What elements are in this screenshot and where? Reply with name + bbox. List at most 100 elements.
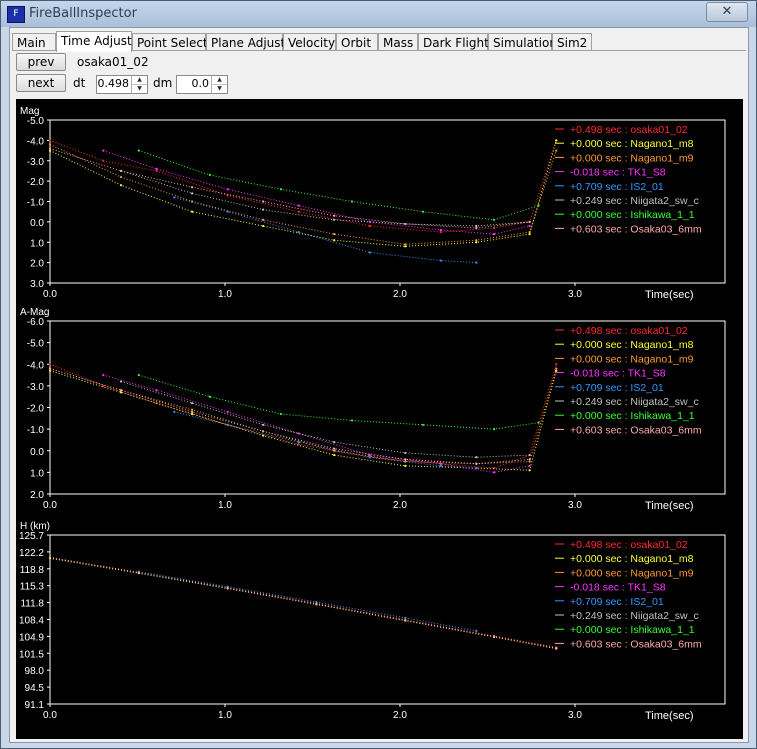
x-tick-label: 3.0 (568, 710, 582, 721)
tab-simulation[interactable]: Simulation (488, 33, 557, 51)
data-point (368, 251, 371, 254)
data-point (475, 456, 478, 459)
legend-entry: +0.498 sec : osaka01_02 (570, 539, 688, 551)
y-tick-label: -1.0 (27, 425, 45, 436)
dt-down-arrow-icon[interactable]: ▼ (132, 85, 147, 93)
next-button[interactable]: next (16, 74, 66, 92)
y-tick-label: 115.3 (20, 582, 45, 593)
data-point (226, 210, 229, 213)
legend-entry: +0.498 sec : osaka01_02 (570, 124, 688, 136)
legend-entry: +0.603 sec : Osaka03_6mm (570, 223, 702, 235)
legend-entry: +0.000 sec : Nagano1_m9 (570, 353, 694, 365)
data-point (528, 458, 531, 461)
close-button[interactable]: ✕ (706, 2, 748, 22)
y-tick-label: 108.4 (19, 616, 44, 627)
series-line (49, 139, 557, 233)
tab-sim2[interactable]: Sim2 (552, 33, 592, 51)
data-point (226, 188, 229, 191)
data-point (492, 635, 496, 638)
data-point (528, 230, 531, 234)
data-point (475, 239, 478, 242)
data-point (404, 451, 407, 455)
data-point (262, 224, 265, 228)
data-point (475, 261, 478, 264)
series-line (49, 556, 557, 649)
y-tick-label: 91.1 (25, 700, 45, 711)
x-tick-label: 0.0 (43, 289, 57, 300)
y-tick-label: -4.0 (27, 136, 45, 147)
data-point (439, 230, 442, 234)
y-tick-label: 118.8 (20, 565, 45, 576)
dt-up-arrow-icon[interactable]: ▲ (132, 76, 147, 85)
series-line (49, 140, 557, 247)
data-point (102, 149, 105, 152)
y-tick-label: 2.0 (30, 259, 44, 270)
series-line (49, 370, 557, 471)
legend-entry: +0.603 sec : Osaka03_6mm (570, 424, 702, 436)
x-tick-label: 1.0 (218, 289, 232, 300)
data-point (555, 149, 558, 152)
charts-svg: MagTime(sec)-5.0-4.0-3.0-2.0-1.00.01.02.… (19, 106, 726, 722)
series-line (49, 363, 557, 469)
dm-up-arrow-icon[interactable]: ▲ (212, 76, 227, 85)
data-point (119, 175, 123, 179)
dt-stepper[interactable]: 0.498 ▲ ▼ (96, 75, 148, 94)
data-point (173, 410, 176, 413)
data-point (155, 169, 158, 173)
data-point (439, 464, 442, 467)
y-tick-label: 122.2 (19, 548, 44, 559)
data-point (262, 208, 265, 211)
title-bar[interactable]: F FireBallInspector ✕ (1, 1, 756, 27)
legend-entry: +0.249 sec : Niigata2_sw_c (570, 396, 699, 408)
tab-orbit[interactable]: Orbit (336, 33, 378, 51)
data-point (439, 462, 442, 465)
data-point (368, 224, 371, 228)
x-tick-label: 1.0 (218, 710, 232, 721)
data-point (119, 380, 123, 383)
prev-button[interactable]: prev (16, 53, 66, 71)
data-point (404, 464, 407, 467)
series-line (138, 150, 539, 221)
data-point (475, 226, 478, 230)
tab-main[interactable]: Main (12, 33, 56, 51)
dm-down-arrow-icon[interactable]: ▼ (212, 85, 227, 93)
data-point (119, 389, 123, 392)
series-line (174, 411, 477, 469)
tab-point-select[interactable]: Point Select (132, 33, 208, 51)
data-point (262, 430, 265, 433)
x-tick-label: 0.0 (43, 500, 57, 511)
series-line (49, 368, 557, 465)
data-point (350, 419, 354, 422)
x-tick-label: 3.0 (568, 500, 582, 511)
data-point (475, 241, 478, 244)
data-point (119, 391, 123, 394)
tab-dark-flight[interactable]: Dark Flight (418, 33, 489, 51)
data-point (333, 239, 336, 242)
data-point (475, 462, 478, 465)
y-tick-label: -2.0 (27, 404, 45, 415)
data-point (528, 220, 531, 223)
tab-plane-adjust[interactable]: Plane Adjust (206, 33, 285, 51)
tab-time-adjust[interactable]: Time Adjust (56, 31, 132, 52)
series-line (174, 196, 477, 264)
data-point (492, 233, 496, 236)
tab-mass[interactable]: Mass (378, 33, 418, 51)
data-point (475, 466, 478, 470)
x-tick-label: 0.0 (43, 710, 57, 721)
data-point (475, 224, 478, 228)
data-point (48, 556, 52, 559)
data-point (208, 173, 211, 177)
data-point (333, 453, 336, 457)
data-point (173, 196, 176, 199)
dm-stepper[interactable]: 0.0 ▲ ▼ (176, 75, 228, 94)
data-point (191, 192, 194, 195)
data-point (421, 423, 425, 426)
data-point (439, 228, 442, 232)
series-line (120, 381, 530, 458)
data-point (333, 447, 336, 450)
tab-velocity[interactable]: Velocity (283, 33, 336, 51)
legend-entry: +0.000 sec : Nagano1_m9 (570, 567, 694, 579)
data-point (297, 432, 300, 435)
y-tick-label: -1.0 (27, 198, 45, 209)
data-point (226, 586, 229, 590)
